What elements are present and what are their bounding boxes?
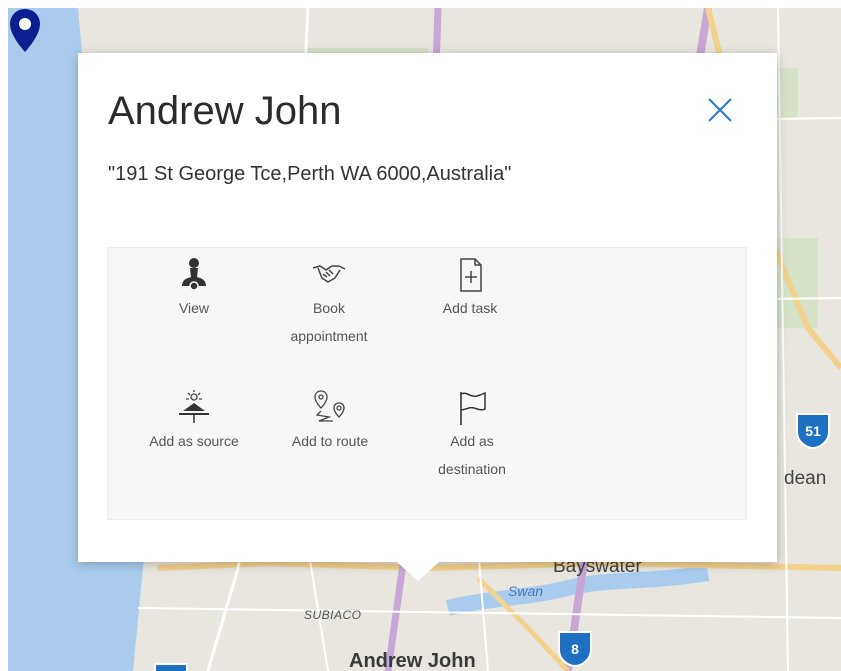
add-task-icon [460,258,482,292]
add-as-destination-button[interactable]: Add as destination [408,389,536,483]
add-as-source-label: Add as source [149,433,239,449]
route-icon [314,390,345,422]
contact-address: "191 St George Tce,Perth WA 6000,Austral… [108,163,512,185]
close-icon[interactable] [703,93,737,127]
add-to-route-label: Add to route [291,433,369,449]
shield-number: 8 [571,641,579,657]
actions-panel: View Book appointment Add task Add as so… [107,247,747,520]
contact-popup: Andrew John "191 St George Tce,Perth WA … [78,53,777,562]
flag-icon [460,391,486,425]
highway-shield-51: 51 [793,410,833,450]
highway-shield-8: 8 [555,628,595,668]
map-pin-label: Andrew John [349,650,476,671]
shield-number: 51 [805,423,821,439]
app-frame: Bayswater SUBIACO Swan dean 51 8 51 [0,0,841,671]
location-pin-icon[interactable] [8,8,42,54]
map-label-swan: Swan [508,583,544,599]
add-as-destination-label: Add as destination [438,433,506,477]
highway-shield-partial: 51 [151,660,191,671]
presenter-icon [182,258,206,291]
book-appointment-label: Book appointment [290,300,368,344]
view-label: View [178,300,210,316]
source-icon [179,390,209,423]
add-to-route-button[interactable]: Add to route [266,389,394,455]
add-as-source-button[interactable]: Add as source [130,389,258,455]
view-button[interactable]: View [130,256,258,322]
handshake-icon [312,265,346,283]
add-task-button[interactable]: Add task [406,256,534,322]
add-task-label: Add task [442,300,498,316]
map-label-subiaco: SUBIACO [304,608,362,622]
map-label-dean: dean [784,468,827,489]
book-appointment-button[interactable]: Book appointment [265,256,393,350]
popup-pointer [396,561,440,581]
contact-name: Andrew John [108,89,342,133]
